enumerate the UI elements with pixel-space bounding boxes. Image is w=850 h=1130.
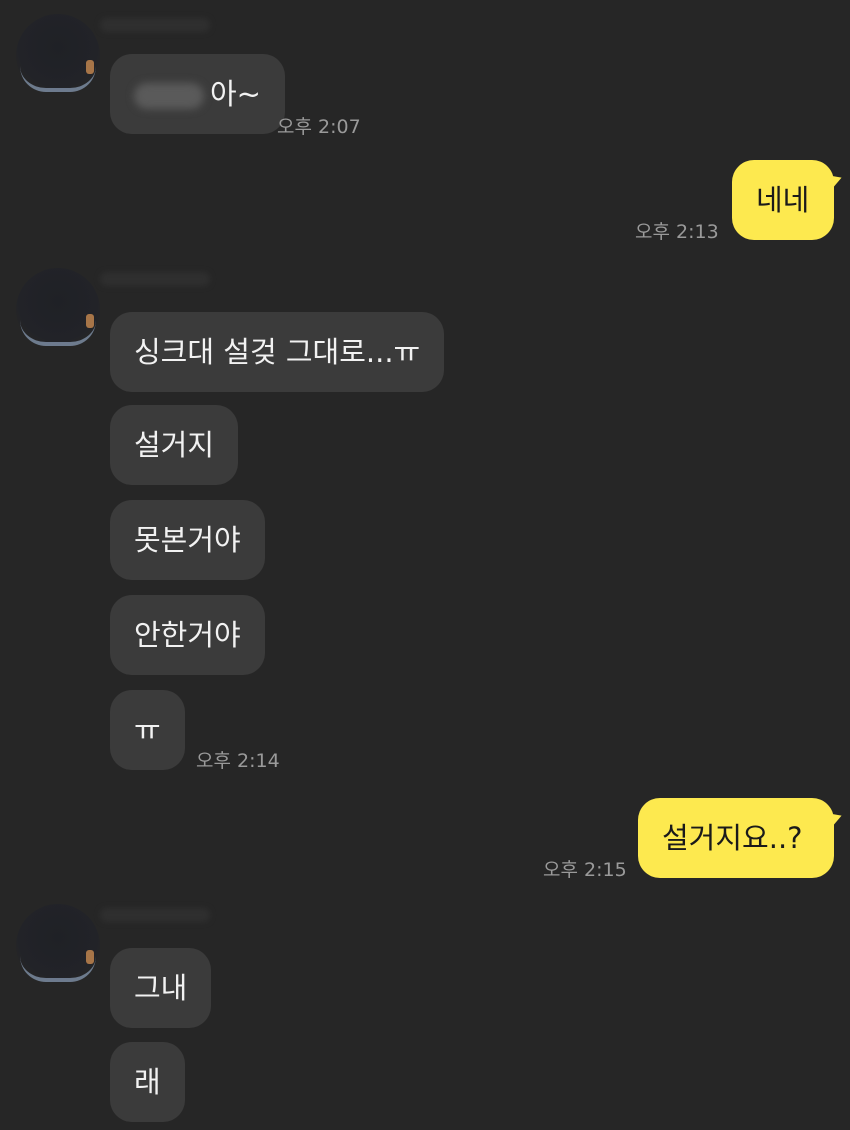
- message-bubble[interactable]: 설거지요..?: [638, 798, 834, 878]
- message-time: 오후 2:07: [277, 116, 361, 138]
- message-bubble[interactable]: 래: [110, 1042, 185, 1122]
- message-text: 안한거야: [134, 618, 241, 652]
- message-bubble[interactable]: ㅠ: [110, 690, 185, 770]
- message-bubble[interactable]: 네네: [732, 160, 834, 240]
- message-text: ㅠ: [134, 713, 161, 747]
- message-bubble[interactable]: 싱크대 설겆 그대로...ㅠ: [110, 312, 445, 392]
- sender-name-redacted: [100, 18, 210, 32]
- message-text: 아~: [210, 77, 261, 111]
- message-text: 설거지: [134, 428, 215, 462]
- message-time: 오후 2:15: [543, 859, 627, 881]
- message-text: 네네: [756, 183, 810, 217]
- message-text: 싱크대 설겆 그대로...ㅠ: [134, 335, 421, 369]
- message-text: 못본거야: [134, 523, 241, 557]
- message-bubble[interactable]: 설거지: [110, 405, 239, 485]
- sender-name-redacted: [100, 272, 210, 286]
- message-text: 그내: [134, 971, 188, 1005]
- avatar[interactable]: [16, 14, 100, 98]
- message-time: 오후 2:14: [196, 750, 280, 772]
- message-text: 설거지요..?: [662, 821, 803, 855]
- avatar-accent: [86, 314, 94, 328]
- avatar-accent: [86, 950, 94, 964]
- message-text: 래: [134, 1065, 161, 1099]
- message-bubble[interactable]: 그내: [110, 948, 212, 1028]
- message-bubble[interactable]: 안한거야: [110, 595, 265, 675]
- message-bubble[interactable]: 아~: [110, 54, 285, 134]
- avatar-accent: [86, 60, 94, 74]
- avatar[interactable]: [16, 268, 100, 352]
- avatar[interactable]: [16, 904, 100, 988]
- sender-name-redacted: [100, 908, 210, 922]
- message-bubble[interactable]: 못본거야: [110, 500, 265, 580]
- message-time: 오후 2:13: [635, 221, 719, 243]
- redacted-text: [134, 83, 204, 109]
